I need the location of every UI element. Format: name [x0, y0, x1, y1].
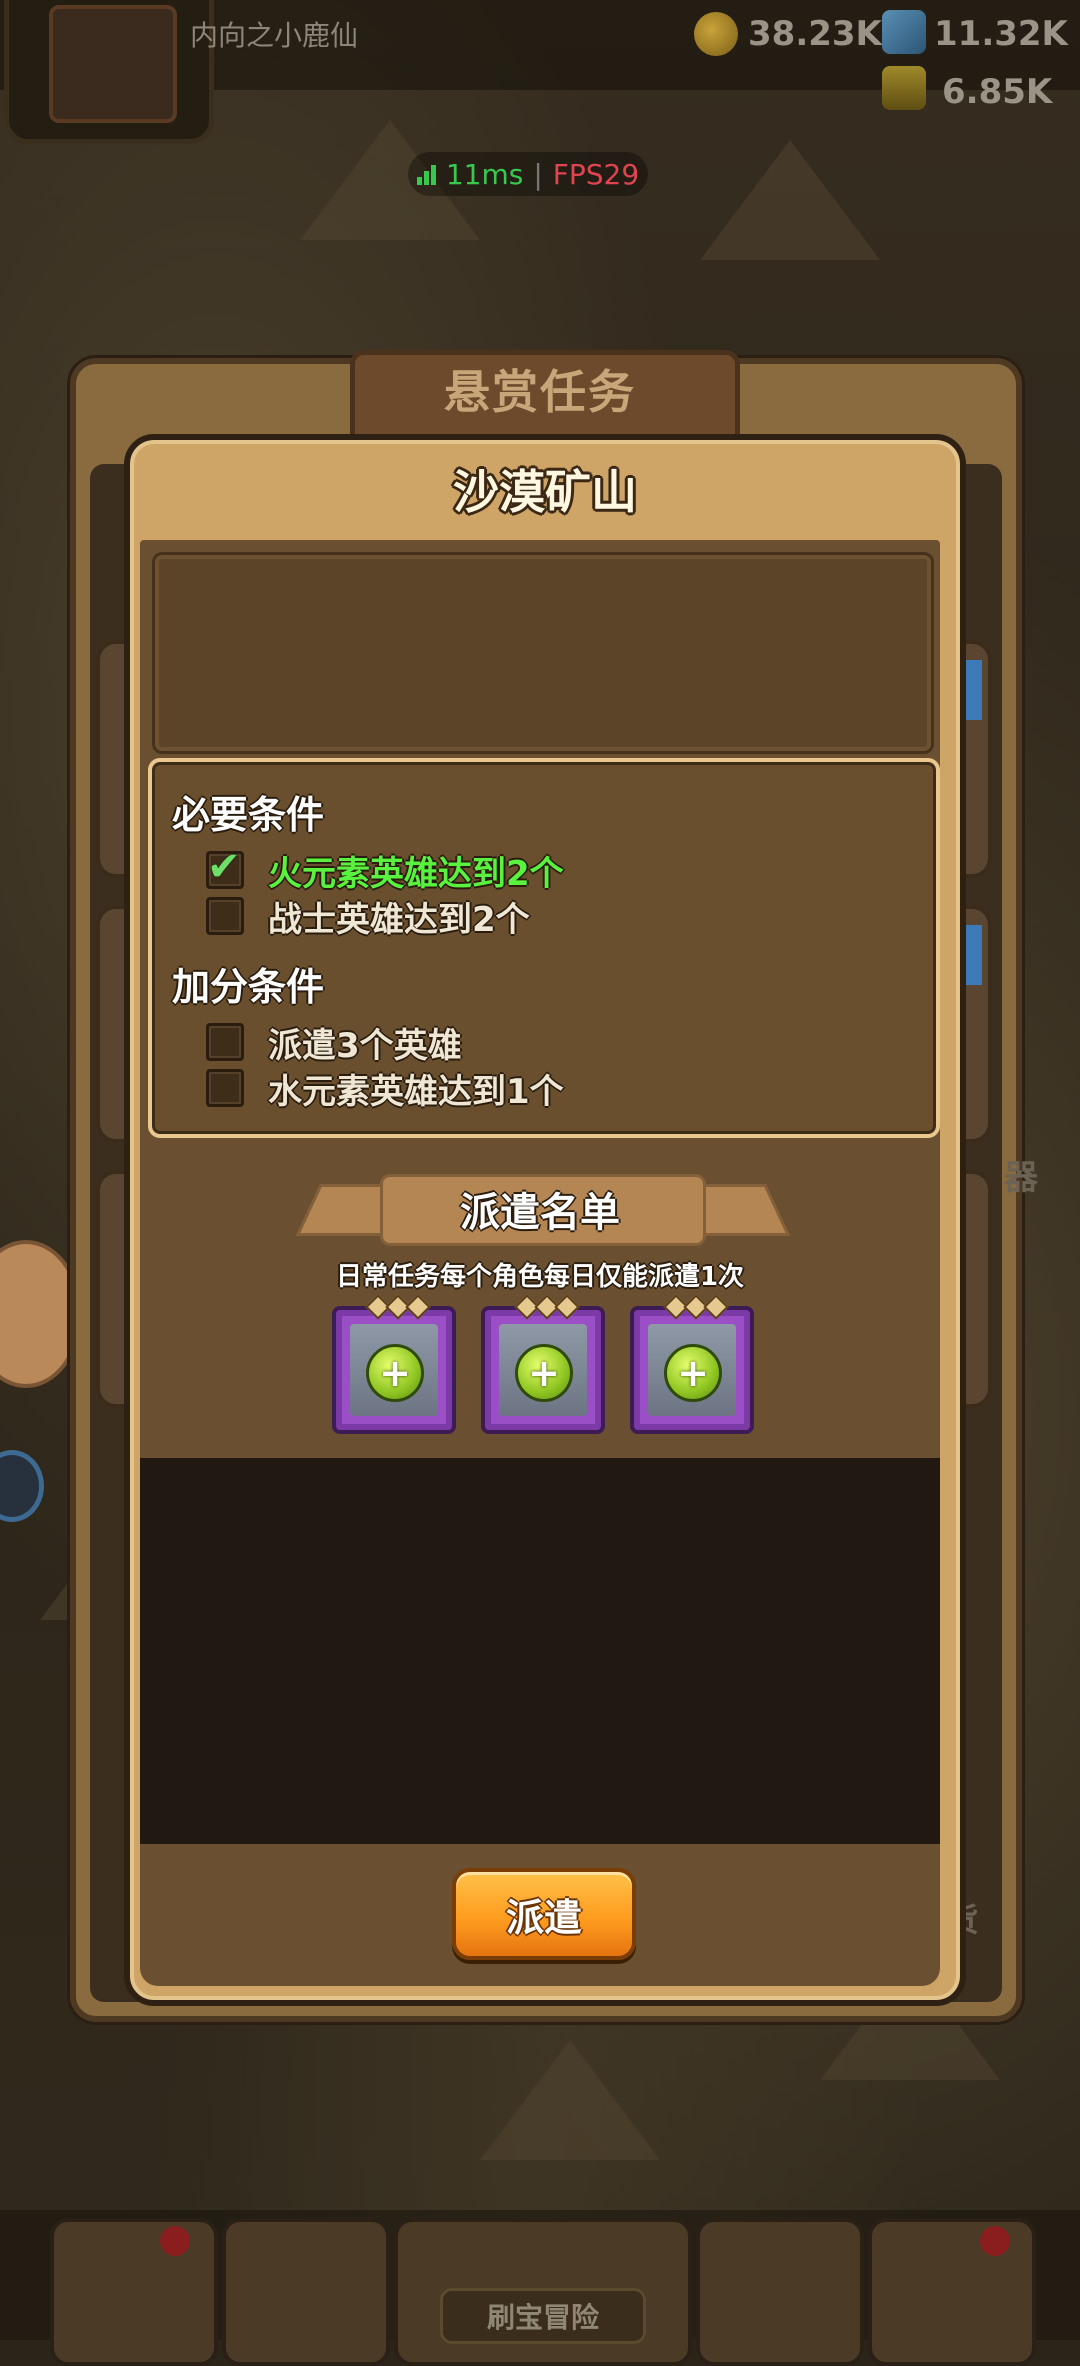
roster-title: 派遣名单 [460, 1190, 620, 1236]
condition-text: 战士英雄达到2个 [268, 899, 530, 940]
condition-text: 水元素英雄达到1个 [268, 1071, 564, 1112]
gem-icon [882, 10, 926, 54]
nav-adventure-label: 刷宝冒险 [440, 2288, 646, 2344]
gold-coin-icon [694, 12, 738, 56]
stamina-jar-icon [882, 66, 926, 110]
bounty-title: 悬赏任务 [444, 365, 636, 419]
slot-gems [514, 1294, 580, 1320]
bonus-condition-2: 水元素英雄达到1个 [206, 1068, 564, 1112]
bonus-heading: 加分条件 [172, 965, 325, 1009]
fps-text: FPS29 [552, 157, 640, 191]
checkbox-empty-icon [206, 897, 244, 935]
hero-slot-1[interactable]: + [332, 1294, 456, 1434]
condition-text: 派遣3个英雄 [268, 1025, 462, 1066]
bonus-condition-1: 派遣3个英雄 [206, 1022, 462, 1066]
gold-amount: 38.23K [748, 14, 882, 54]
map-mountain [700, 140, 880, 260]
condition-text: 火元素英雄达到2个 [268, 853, 564, 894]
nav-shop-button[interactable] [50, 2218, 218, 2366]
gem-amount: 11.32K [934, 14, 1068, 54]
hero-slot-2[interactable]: + [481, 1294, 605, 1434]
mission-title: 沙漠矿山 [453, 465, 637, 519]
hero-slot-3[interactable]: + [630, 1294, 754, 1434]
checkbox-empty-icon [206, 1069, 244, 1107]
separator: | [533, 157, 543, 191]
add-hero-icon[interactable]: + [664, 1344, 722, 1402]
nav-bag-button[interactable] [696, 2218, 864, 2366]
roster-note: 日常任务每个角色每日仅能派遣1次 [335, 1262, 745, 1292]
required-heading: 必要条件 [172, 793, 325, 837]
latency-text: 11ms [445, 157, 524, 191]
map-mountain [480, 2040, 660, 2160]
stamina-amount: 6.85K [942, 72, 1053, 112]
player-name: 内向之小鹿仙 [190, 19, 359, 52]
mission-description-box [152, 552, 934, 754]
nav-forge-button[interactable] [868, 2218, 1036, 2366]
add-hero-icon[interactable]: + [515, 1344, 573, 1402]
network-indicator: 11ms | FPS29 [408, 152, 648, 196]
required-condition-1: 火元素英雄达到2个 [206, 844, 564, 894]
hero-list-area[interactable] [140, 1458, 940, 1844]
side-label-right: 器 [1004, 1158, 1038, 1198]
nav-heroes-button[interactable] [222, 2218, 390, 2366]
required-condition-2: 战士英雄达到2个 [206, 896, 530, 940]
notification-dot [980, 2226, 1010, 2256]
avatar[interactable] [49, 5, 177, 123]
checkbox-empty-icon [206, 1023, 244, 1061]
slot-gems [663, 1294, 729, 1320]
add-hero-icon[interactable]: + [366, 1344, 424, 1402]
checkbox-checked-icon [206, 844, 244, 890]
signal-icon [416, 163, 436, 185]
notification-dot [160, 2226, 190, 2256]
slot-gems [365, 1294, 431, 1320]
dispatch-button[interactable]: 派遣 [452, 1868, 636, 1960]
avatar-frame[interactable] [4, 0, 214, 144]
